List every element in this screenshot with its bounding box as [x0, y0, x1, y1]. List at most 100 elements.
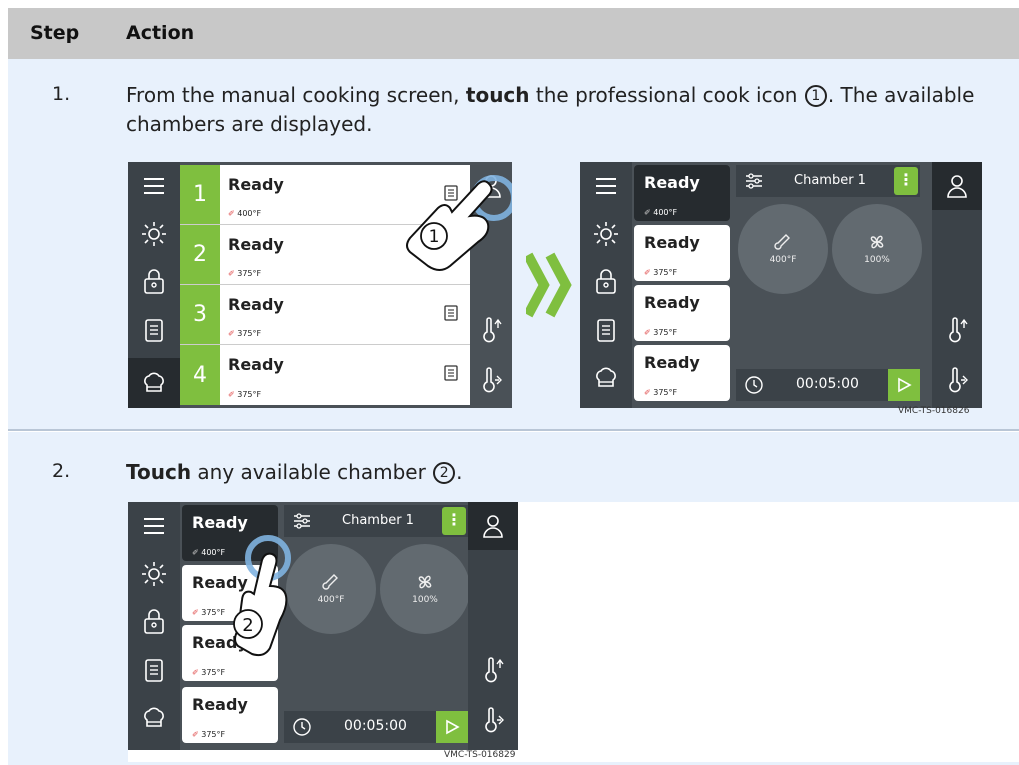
professional-cook-icon[interactable]: [932, 162, 982, 210]
chamber-card[interactable]: Ready ✐ 375°F: [182, 687, 278, 743]
chamber-card[interactable]: Ready ✐ 375°F: [634, 345, 730, 401]
chamber-status: Ready: [228, 295, 284, 314]
chamber-status: Ready: [228, 175, 284, 194]
probe-temp-down-icon[interactable]: [477, 704, 509, 736]
temperature-value: 400°F: [769, 255, 797, 265]
chamber-temp-value: 375°F: [653, 328, 678, 337]
chamber-temp: ✐ 375°F: [228, 390, 262, 399]
settings-sliders-icon[interactable]: [744, 171, 764, 195]
probe-temp-down-icon[interactable]: [475, 364, 507, 396]
more-menu-button[interactable]: ⋮: [442, 507, 466, 535]
clock-icon[interactable]: [744, 375, 764, 399]
chamber-temp-value: 375°F: [653, 268, 678, 277]
clock-icon[interactable]: [292, 717, 312, 741]
chamber-number: 4: [180, 345, 220, 405]
fan-dial[interactable]: 100%: [380, 544, 470, 634]
step-column-header: Step: [30, 22, 80, 44]
probe-temp-up-icon[interactable]: [477, 654, 509, 686]
side-nav: [580, 162, 632, 408]
recipe-icon[interactable]: [138, 654, 170, 686]
chamber-row[interactable]: 4 Ready ✐ 375°F: [180, 345, 470, 405]
chamber-temp: ✐ 400°F: [228, 209, 262, 218]
chamber-status: Ready: [644, 173, 700, 192]
lock-icon[interactable]: [590, 266, 622, 298]
chamber-card[interactable]: Ready ✐ 375°F: [634, 225, 730, 281]
probe-temp-up-icon[interactable]: [941, 314, 973, 346]
instruction-text: the professional cook icon: [529, 83, 804, 107]
fan-icon: [870, 235, 884, 249]
step-instruction: From the manual cooking screen, touch th…: [126, 81, 996, 139]
chamber-temp-value: 375°F: [237, 269, 262, 278]
sun-icon[interactable]: [590, 218, 622, 250]
chamber-status: Ready: [644, 353, 700, 372]
instruction-emphasis: touch: [465, 83, 530, 107]
chamber-status: Ready: [192, 695, 248, 714]
recipe-icon: [444, 305, 458, 325]
chamber-title: Chamber 1: [342, 513, 414, 528]
menu-icon[interactable]: [590, 170, 622, 202]
chamber-status: Ready: [228, 355, 284, 374]
step-number: 2.: [52, 460, 71, 482]
play-button[interactable]: [436, 711, 468, 743]
fan-value: 100%: [412, 595, 438, 605]
chamber-temp: ✐ 375°F: [644, 268, 678, 277]
side-nav: [128, 502, 180, 750]
menu-icon[interactable]: [138, 170, 170, 202]
chamber-temp: ✐ 375°F: [644, 388, 678, 397]
sun-icon[interactable]: [138, 218, 170, 250]
chamber-temp: ✐ 375°F: [228, 329, 262, 338]
chamber-row[interactable]: 3 Ready ✐ 375°F: [180, 285, 470, 345]
chef-hat-icon[interactable]: [128, 358, 180, 408]
lock-icon[interactable]: [138, 606, 170, 638]
step-number: 1.: [52, 83, 71, 105]
instruction-table: Step Action 1. From the manual cooking s…: [8, 8, 1019, 765]
chamber-status: Ready: [228, 235, 284, 254]
next-arrow-icon: [526, 252, 572, 318]
timer-value: 00:05:00: [796, 376, 859, 392]
instruction-emphasis: Touch: [126, 460, 192, 484]
menu-icon[interactable]: [138, 510, 170, 542]
timer-bar: 00:05:00: [284, 711, 468, 743]
right-bar: [932, 162, 982, 408]
professional-cook-icon[interactable]: [468, 502, 518, 550]
step-instruction: Touch any available chamber 2.: [126, 458, 926, 487]
chamber-temp: ✐ 375°F: [228, 269, 262, 278]
probe-temp-down-icon[interactable]: [941, 364, 973, 396]
probe-temp-up-icon[interactable]: [475, 314, 507, 346]
recipe-icon[interactable]: [590, 314, 622, 346]
lock-icon[interactable]: [138, 266, 170, 298]
timer-value: 00:05:00: [344, 718, 407, 734]
chamber-temp-value: 375°F: [201, 668, 226, 677]
fan-dial[interactable]: 100%: [832, 204, 922, 294]
timer-bar: 00:05:00: [736, 369, 920, 401]
callout-two: 2: [242, 615, 253, 636]
chef-hat-icon[interactable]: [138, 702, 170, 734]
instruction-text: .: [456, 460, 463, 484]
right-bar: [468, 502, 518, 750]
chamber-header: Chamber 1 ⋮: [736, 165, 920, 197]
instruction-text: any available chamber: [191, 460, 433, 484]
callout-marker: 2: [433, 462, 456, 484]
figure-id: VMC-TS-016826: [898, 406, 970, 416]
more-menu-button[interactable]: ⋮: [894, 167, 918, 195]
chamber-card-selected[interactable]: Ready ✐ 400°F: [634, 165, 730, 221]
chamber-card[interactable]: Ready ✐ 375°F: [634, 285, 730, 341]
figure-id: VMC-TS-016829: [444, 750, 516, 760]
chamber-temp: ✐ 400°F: [644, 208, 678, 217]
instruction-text: From the manual cooking screen,: [126, 83, 466, 107]
chef-hat-icon[interactable]: [590, 362, 622, 394]
chamber-temp-value: 375°F: [237, 329, 262, 338]
chamber-temp-value: 400°F: [653, 208, 678, 217]
play-button[interactable]: [888, 369, 920, 401]
temperature-dial[interactable]: 400°F: [738, 204, 828, 294]
touch-hand-icon: 1: [406, 175, 512, 271]
chamber-title: Chamber 1: [794, 173, 866, 188]
side-nav: [128, 162, 180, 408]
oven-detail-screen: Ready ✐ 400°F Ready ✐ 375°F Ready ✐ 375°…: [580, 162, 982, 408]
recipe-icon[interactable]: [138, 314, 170, 346]
chamber-temp-value: 375°F: [237, 390, 262, 399]
oven-detail-screen: Ready ✐ 400°F Ready ✐ 375°F Ready ✐ 375°…: [128, 502, 518, 750]
chamber-status: Ready: [644, 293, 700, 312]
chamber-status: Ready: [644, 233, 700, 252]
sun-icon[interactable]: [138, 558, 170, 590]
